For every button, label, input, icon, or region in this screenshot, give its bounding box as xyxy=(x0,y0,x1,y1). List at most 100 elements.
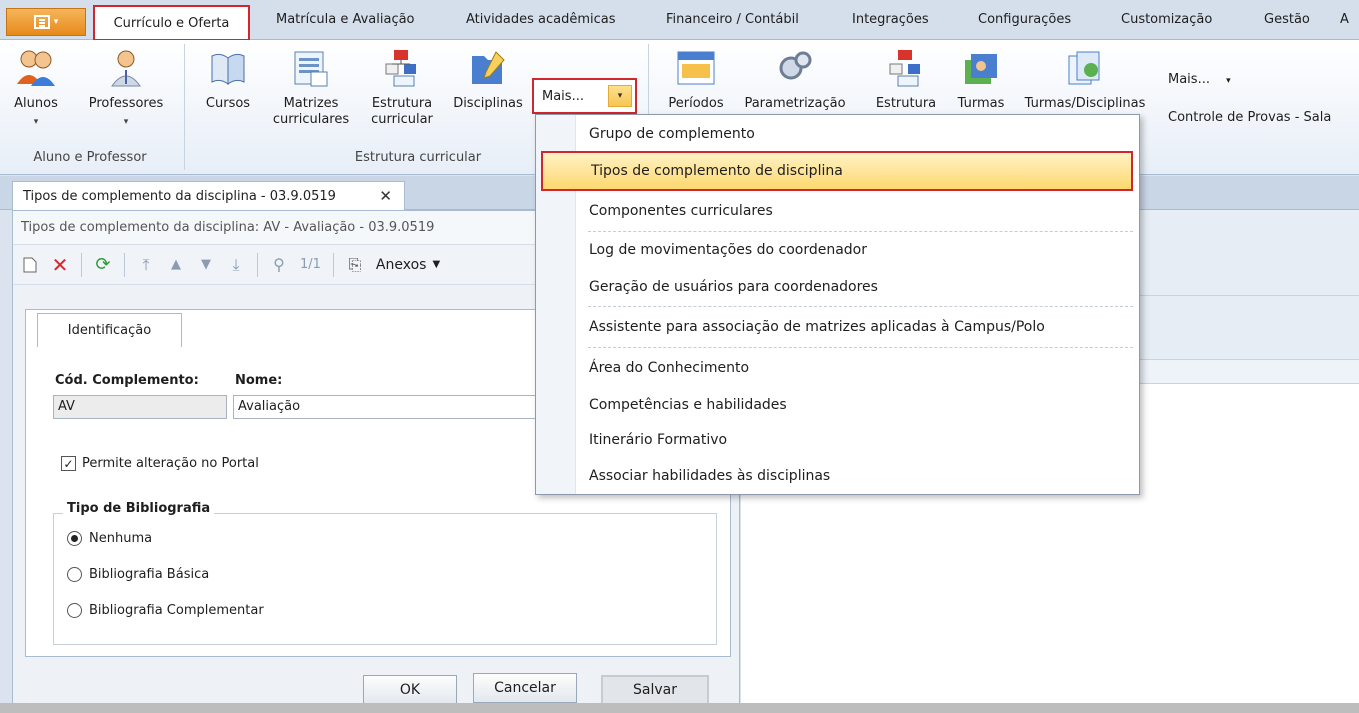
binoculars-icon[interactable]: ⚲ xyxy=(270,255,288,274)
first-record-icon[interactable]: ⤒ xyxy=(137,255,155,274)
permite-alteracao-checkbox[interactable]: ✓ Permite alteração no Portal xyxy=(61,456,259,471)
class-group-icon xyxy=(965,54,997,84)
radio-selected-icon[interactable] xyxy=(67,531,82,546)
group-separator xyxy=(184,44,185,170)
periodos-button[interactable]: Períodos xyxy=(656,46,736,112)
tab-curriculo-e-oferta[interactable]: Currículo e Oferta xyxy=(93,5,250,41)
structure-icon xyxy=(385,50,416,87)
radio-bibliografia-basica-label: Bibliografia Básica xyxy=(89,567,210,582)
alunos-button[interactable]: Alunos ▾ xyxy=(0,46,72,130)
estrutura-label-2: curricular xyxy=(371,112,433,127)
disciplinas-button[interactable]: Disciplinas xyxy=(448,46,528,112)
mais-secondary-button[interactable]: Mais... ▾ xyxy=(1168,72,1231,87)
calendar-icon xyxy=(677,51,715,85)
tab-gestao[interactable]: Gestão xyxy=(1264,12,1310,27)
matrizes-curriculares-button[interactable]: Matrizes curriculares xyxy=(266,46,356,128)
periodos-label: Períodos xyxy=(668,96,724,111)
gears-icon xyxy=(779,51,812,80)
menu-item-itinerario-formativo[interactable]: Itinerário Formativo xyxy=(577,425,1137,455)
estrutura-button[interactable]: Estrutura xyxy=(866,46,946,112)
menu-item-log-movimentacoes[interactable]: Log de movimentações do coordenador xyxy=(577,235,1137,265)
nome-label: Nome: xyxy=(235,373,283,388)
next-record-icon[interactable]: ▼ xyxy=(197,256,215,274)
tab-financeiro-contabil[interactable]: Financeiro / Contábil xyxy=(666,12,799,27)
menu-item-assistente-associacao[interactable]: Assistente para associação de matrizes a… xyxy=(577,312,1137,342)
previous-record-icon[interactable]: ▲ xyxy=(167,256,185,274)
last-record-icon[interactable]: ⤓ xyxy=(227,255,245,274)
new-document-icon[interactable] xyxy=(21,256,39,274)
turmas-disciplinas-button[interactable]: Turmas/Disciplinas xyxy=(1020,46,1150,112)
mais-dropdown-menu: Grupo de complemento Tipos de complement… xyxy=(535,114,1140,495)
matrizes-label-2: curriculares xyxy=(272,112,350,127)
radio-bibliografia-basica[interactable]: Bibliografia Básica xyxy=(67,567,209,582)
students-icon xyxy=(17,50,55,86)
document-tab-label: Tipos de complemento da disciplina - 03.… xyxy=(23,188,336,204)
cancelar-button[interactable]: Cancelar xyxy=(473,673,577,703)
controle-provas-sala-button[interactable]: Controle de Provas - Sala xyxy=(1168,110,1331,125)
estrutura-label-1: Estrutura xyxy=(371,96,433,111)
teacher-icon xyxy=(111,50,141,87)
turmas-disciplinas-label: Turmas/Disciplinas xyxy=(1024,96,1146,111)
refresh-icon[interactable]: ⟳ xyxy=(94,254,112,275)
parametrizacao-button[interactable]: Parametrização xyxy=(740,46,850,112)
radio-unselected-icon[interactable] xyxy=(67,603,82,618)
toolbar-separator xyxy=(124,252,125,277)
folder-edit-icon xyxy=(472,51,505,84)
menu-separator xyxy=(588,231,1133,232)
matrizes-label-1: Matrizes xyxy=(283,96,339,111)
cursos-label: Cursos xyxy=(205,96,251,111)
document-tab[interactable]: Tipos de complemento da disciplina - 03.… xyxy=(12,181,405,210)
menu-item-associar-habilidades[interactable]: Associar habilidades às disciplinas xyxy=(577,461,1137,491)
disciplinas-label: Disciplinas xyxy=(453,96,523,111)
tab-atividades-academicas[interactable]: Atividades acadêmicas xyxy=(466,12,616,27)
tab-identificacao[interactable]: Identificação xyxy=(37,313,182,347)
chevron-down-icon[interactable]: ▾ xyxy=(608,85,632,107)
menu-separator xyxy=(588,347,1133,348)
menu-item-geracao-usuarios[interactable]: Geração de usuários para coordenadores xyxy=(577,272,1137,302)
menu-item-componentes-curriculares[interactable]: Componentes curriculares xyxy=(577,196,1137,226)
turmas-label: Turmas xyxy=(957,96,1005,111)
chevron-down-icon[interactable]: ▼ xyxy=(432,259,440,270)
tipo-bibliografia-legend: Tipo de Bibliografia xyxy=(63,501,215,516)
tab-customizacao[interactable]: Customização xyxy=(1121,12,1212,27)
chevron-down-icon: ▾ xyxy=(123,117,129,127)
toolbar-separator xyxy=(81,252,82,277)
menu-item-area-conhecimento[interactable]: Área do Conhecimento xyxy=(577,353,1137,383)
professores-label: Professores xyxy=(88,96,164,111)
nome-field[interactable]: Avaliação xyxy=(233,395,543,419)
estrutura-curricular-button[interactable]: Estrutura curricular xyxy=(362,46,442,128)
menu-item-tipos-complemento-disciplina[interactable]: Tipos de complemento de disciplina xyxy=(541,151,1133,191)
paperclip-icon: ⎘ xyxy=(348,254,362,274)
alunos-label: Alunos xyxy=(14,96,58,111)
toolbar-separator xyxy=(332,252,334,277)
structure-icon xyxy=(889,50,920,87)
radio-bibliografia-complementar[interactable]: Bibliografia Complementar xyxy=(67,603,264,618)
application-menu-button[interactable]: ▾ xyxy=(6,8,86,36)
menu-item-competencias-habilidades[interactable]: Competências e habilidades xyxy=(577,390,1137,420)
close-icon[interactable]: ✕ xyxy=(379,187,392,205)
turmas-button[interactable]: Turmas xyxy=(946,46,1016,112)
mais-secondary-label: Mais... xyxy=(1168,72,1210,87)
tab-integracoes[interactable]: Integrações xyxy=(852,12,929,27)
chevron-down-icon: ▾ xyxy=(1226,76,1231,86)
ribbon-tab-bar: ▾ Currículo e Oferta Matrícula e Avaliaç… xyxy=(0,0,1359,41)
class-discipline-icon xyxy=(1068,51,1100,85)
cursos-button[interactable]: Cursos xyxy=(192,46,264,112)
anexos-button[interactable]: Anexos xyxy=(376,257,427,273)
tab-overflow[interactable]: A xyxy=(1340,12,1349,27)
chevron-down-icon: ▾ xyxy=(33,117,39,127)
checkbox-checked-icon[interactable]: ✓ xyxy=(61,456,76,471)
ok-button[interactable]: OK xyxy=(363,675,457,705)
status-bar xyxy=(0,703,1359,713)
tab-configuracoes[interactable]: Configurações xyxy=(978,12,1071,27)
mais-dropdown-button[interactable]: Mais... ▾ xyxy=(532,78,637,114)
cod-complemento-field[interactable]: AV xyxy=(53,395,227,419)
radio-unselected-icon[interactable] xyxy=(67,567,82,582)
delete-icon[interactable]: ✕ xyxy=(51,253,69,277)
professores-button[interactable]: Professores ▾ xyxy=(78,46,174,130)
radio-nenhuma[interactable]: Nenhuma xyxy=(67,531,152,546)
tab-matricula-e-avaliacao[interactable]: Matrícula e Avaliação xyxy=(276,12,415,27)
menu-item-grupo-complemento[interactable]: Grupo de complemento xyxy=(577,119,1137,149)
salvar-button[interactable]: Salvar xyxy=(601,675,709,705)
estrutura2-label: Estrutura xyxy=(875,96,937,111)
